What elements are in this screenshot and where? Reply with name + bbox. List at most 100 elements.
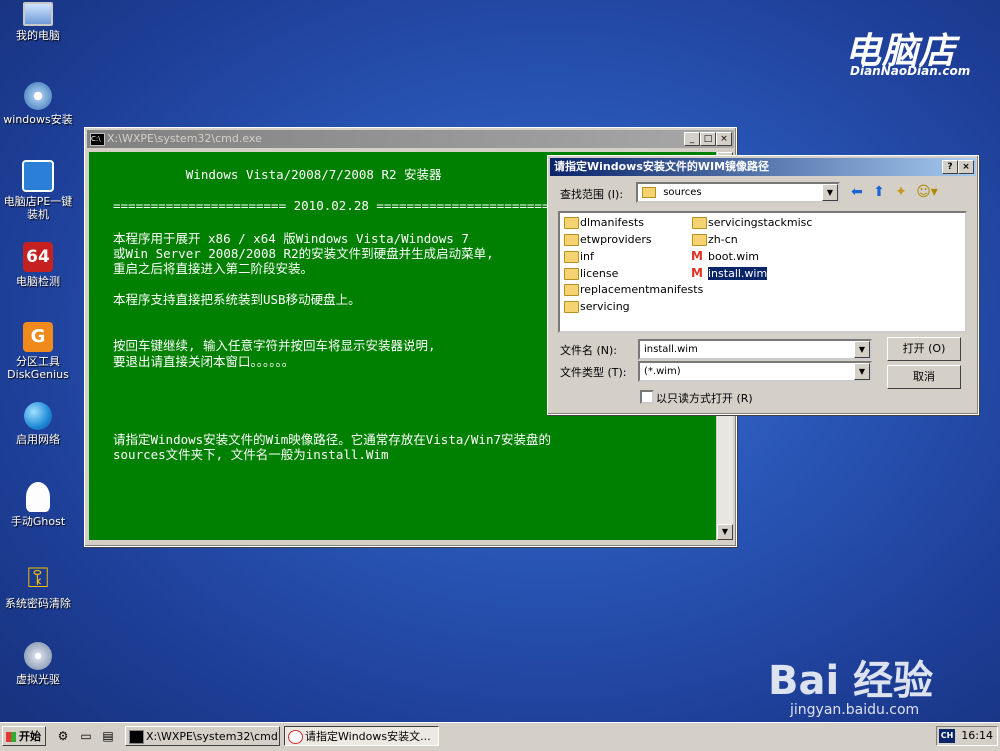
help-button[interactable]: ? [942, 160, 958, 174]
64-hardware-icon: 64 [23, 242, 53, 272]
filename-value: install.wim [644, 344, 698, 355]
list-item[interactable]: dlmanifests [562, 215, 644, 230]
network-globe-icon [24, 402, 52, 430]
up-folder-icon[interactable]: ⬆ [870, 184, 888, 200]
cmd-title: X:\WXPE\system32\cmd.exe [107, 132, 262, 145]
installer-icon [288, 730, 303, 744]
folder-icon [692, 234, 707, 246]
ghost-installer-icon [22, 160, 54, 192]
watermark-logo: Bai 经验 [768, 648, 933, 706]
desktop-icon-diskgenius[interactable]: G 分区工具DiskGenius [0, 322, 76, 381]
console-line: 重启之后将直接进入第二阶段安装。 [113, 261, 314, 276]
folder-icon [564, 301, 579, 313]
look-in-combo[interactable]: sources ▼ [636, 182, 840, 203]
brand-url: DianNaoDian.com [850, 64, 971, 78]
desktop-icon-my-computer[interactable]: 我的电脑 [0, 2, 76, 42]
file-open-dialog[interactable]: 请指定Windows安装文件的WIM镜像路径 ? × 查找范围 (I): sou… [547, 155, 979, 415]
cmd-icon: C:\ [90, 133, 105, 146]
close-button[interactable]: × [716, 132, 732, 146]
filename-field[interactable]: install.wim ▼ [638, 339, 872, 360]
filetype-label: 文件类型 (T): [560, 366, 627, 379]
list-item[interactable]: replacementmanifests [562, 282, 703, 297]
desktop-icon-windows-install[interactable]: windows安装 [0, 82, 76, 126]
chevron-down-icon[interactable]: ▼ [854, 341, 870, 358]
desktop-icon-hardware-test[interactable]: 64 电脑检测 [0, 242, 76, 288]
task-cmd[interactable]: X:\WXPE\system32\cmd.... [125, 726, 280, 746]
taskbar: 开始 ⚙ ▭ ▤ X:\WXPE\system32\cmd.... 请指定Win… [0, 722, 1000, 751]
folder-icon [564, 217, 579, 229]
scroll-down-icon[interactable]: ▼ [717, 524, 733, 540]
list-item-selected[interactable]: Minstall.wim [690, 266, 768, 281]
maximize-button[interactable]: □ [700, 132, 716, 146]
readonly-checkbox[interactable] [640, 390, 654, 404]
task-label: X:\WXPE\system32\cmd.... [146, 730, 280, 743]
view-menu-icon[interactable]: ☺▾ [914, 184, 940, 200]
quicklaunch-computer-icon[interactable]: ▭ [78, 728, 94, 744]
desktop-icon-password-clear[interactable]: ⚿ 系统密码清除 [0, 562, 76, 611]
quicklaunch-desktop-icon[interactable]: ▤ [100, 728, 116, 744]
chevron-down-icon[interactable]: ▼ [822, 184, 838, 201]
desktop-icon-label: 启用网络 [16, 433, 60, 446]
look-in-value: sources [663, 187, 702, 198]
desktop-icon-network[interactable]: 启用网络 [0, 402, 76, 446]
task-dialog[interactable]: 请指定Windows安装文... [284, 726, 439, 746]
desktop-icon-label: 系统密码清除 [5, 597, 71, 610]
filetype-select[interactable]: (*.wim) ▼ [638, 361, 872, 382]
watermark-text: Bai 经验 [768, 658, 934, 704]
folder-icon [692, 217, 707, 229]
list-item[interactable]: zh-cn [690, 232, 738, 247]
folder-icon [642, 186, 656, 198]
new-folder-icon[interactable]: ✦ [892, 184, 910, 200]
folder-icon [564, 284, 579, 296]
open-button[interactable]: 打开 (O) [887, 337, 961, 361]
folder-icon [564, 234, 579, 246]
cancel-button[interactable]: 取消 [887, 365, 961, 389]
folder-icon [564, 251, 579, 263]
desktop-icon-virtual-drive[interactable]: 虚拟光驱 [0, 642, 76, 686]
virtual-drive-icon [24, 642, 52, 670]
dialog-title-bar[interactable]: 请指定Windows安装文件的WIM镜像路径 ? × [550, 158, 976, 176]
cmd-title-bar[interactable]: C:\ X:\WXPE\system32\cmd.exe _ □ × [87, 130, 734, 148]
wim-file-icon: M [691, 249, 703, 263]
ime-indicator[interactable]: CH [939, 729, 955, 743]
start-button[interactable]: 开始 [2, 726, 46, 746]
list-item[interactable]: etwproviders [562, 232, 652, 247]
disc-installer-icon [24, 82, 52, 110]
dialog-title: 请指定Windows安装文件的WIM镜像路径 [554, 160, 770, 173]
list-item[interactable]: Mboot.wim [690, 249, 759, 264]
clock: 16:14 [961, 729, 993, 742]
console-line: 要退出请直接关闭本窗口。。。。。。 [113, 354, 295, 369]
console-line: 按回车键继续, 输入任意字符并按回车将显示安装器说明, [113, 338, 436, 353]
start-label: 开始 [19, 730, 41, 743]
computer-icon [23, 2, 53, 26]
look-in-label: 查找范围 (I): [560, 188, 624, 201]
desktop-icon-label: 分区工具DiskGenius [7, 355, 69, 381]
chevron-down-icon[interactable]: ▼ [854, 363, 870, 380]
system-tray: CH 16:14 [936, 726, 998, 746]
list-item[interactable]: servicing [562, 299, 630, 314]
minimize-button[interactable]: _ [684, 132, 700, 146]
console-line: 请指定Windows安装文件的Wim映像路径。它通常存放在Vista/Win7安… [113, 432, 552, 447]
desktop-icon-label: 手动Ghost [10, 515, 66, 528]
console-line: 本程序用于展开 x86 / x64 版Windows Vista/Windows… [113, 231, 469, 246]
console-line: sources文件夹下, 文件名一般为install.Wim [113, 447, 389, 462]
desktop-icon-pe-installer[interactable]: 电脑店PE一键装机 [0, 160, 76, 221]
console-line: 或Win Server 2008/2008 R2的安装文件到硬盘并生成启动菜单, [113, 246, 494, 261]
list-item[interactable]: license [562, 266, 618, 281]
readonly-label: 以只读方式打开 (R) [656, 392, 753, 405]
desktop-icon-manual-ghost[interactable]: 手动Ghost [0, 482, 76, 528]
diskgenius-icon: G [23, 322, 53, 352]
list-item[interactable]: servicingstackmisc [690, 215, 812, 230]
desktop: 我的电脑 windows安装 电脑店PE一键装机 64 电脑检测 G 分区工具D… [0, 0, 1000, 722]
windows-logo-icon [6, 732, 16, 742]
back-arrow-icon[interactable]: ⬅ [848, 184, 866, 200]
watermark-url: jingyan.baidu.com [790, 702, 920, 718]
list-item[interactable]: inf [562, 249, 594, 264]
desktop-icon-label: 电脑检测 [16, 275, 60, 288]
close-button[interactable]: × [958, 160, 974, 174]
console-line: ======================= 2010.02.28 =====… [113, 198, 550, 213]
file-list[interactable]: dlmanifests etwproviders inf license rep… [558, 211, 967, 333]
quicklaunch-tool-icon[interactable]: ⚙ [55, 728, 71, 744]
cmd-icon [129, 730, 144, 744]
console-line: 本程序支持直接把系统装到USB移动硬盘上。 [113, 292, 361, 307]
